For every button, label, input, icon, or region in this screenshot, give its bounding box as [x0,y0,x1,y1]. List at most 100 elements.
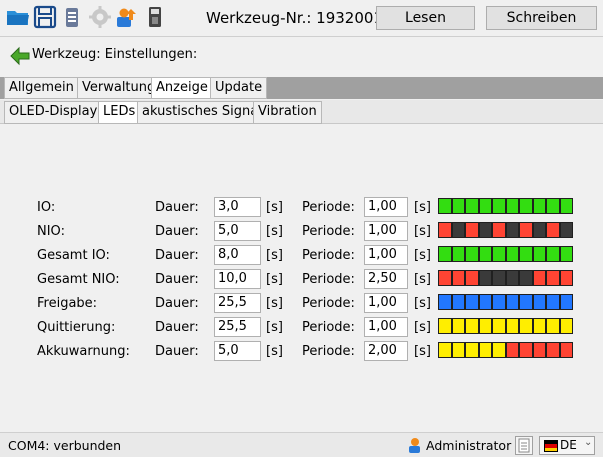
led-segment[interactable] [519,294,533,310]
led-segment[interactable] [451,294,465,310]
period-input[interactable]: 1,00 [364,245,408,265]
led-segment[interactable] [451,318,465,334]
language-select[interactable]: DE ⌄ [539,436,595,455]
tab-allgemein[interactable]: Allgemein [4,77,79,99]
tab-verwaltung[interactable]: Verwaltung [77,77,161,99]
document-icon[interactable] [515,436,533,455]
led-segment[interactable] [492,246,506,262]
led-segment[interactable] [438,342,452,358]
led-segment[interactable] [492,222,506,238]
write-button[interactable]: Schreiben [486,6,597,30]
led-segment[interactable] [465,222,479,238]
led-segment[interactable] [505,270,519,286]
led-segment[interactable] [546,198,560,214]
led-segment[interactable] [465,342,479,358]
led-segment[interactable] [546,342,560,358]
led-segment[interactable] [451,198,465,214]
led-segment[interactable] [438,270,452,286]
period-input[interactable]: 1,00 [364,197,408,217]
duration-input[interactable]: 10,0 [214,269,261,289]
led-segment[interactable] [478,342,492,358]
led-pattern[interactable] [438,198,573,216]
tab-oled-display[interactable]: OLED-Display [4,101,103,124]
led-segment[interactable] [438,294,452,310]
led-pattern[interactable] [438,294,573,312]
led-segment[interactable] [559,294,573,310]
led-segment[interactable] [546,318,560,334]
device-icon[interactable] [143,5,167,29]
led-segment[interactable] [559,198,573,214]
led-segment[interactable] [546,294,560,310]
led-segment[interactable] [465,294,479,310]
period-input[interactable]: 1,00 [364,293,408,313]
led-segment[interactable] [519,342,533,358]
led-segment[interactable] [532,342,546,358]
led-segment[interactable] [559,270,573,286]
led-pattern[interactable] [438,222,573,240]
led-segment[interactable] [465,270,479,286]
duration-input[interactable]: 8,0 [214,245,261,265]
led-segment[interactable] [438,246,452,262]
led-segment[interactable] [559,222,573,238]
led-segment[interactable] [478,294,492,310]
led-segment[interactable] [492,342,506,358]
led-segment[interactable] [532,198,546,214]
led-segment[interactable] [451,270,465,286]
period-input[interactable]: 1,00 [364,221,408,241]
list-icon[interactable] [60,5,84,29]
tab-update[interactable]: Update [210,77,268,99]
duration-input[interactable]: 3,0 [214,197,261,217]
duration-input[interactable]: 5,0 [214,341,261,361]
led-segment[interactable] [532,318,546,334]
led-pattern[interactable] [438,342,573,360]
led-segment[interactable] [492,294,506,310]
tab-leds[interactable]: LEDs [98,101,141,124]
led-segment[interactable] [519,318,533,334]
led-segment[interactable] [505,246,519,262]
led-segment[interactable] [505,294,519,310]
led-segment[interactable] [559,318,573,334]
save-icon[interactable] [33,5,57,29]
led-pattern[interactable] [438,318,573,336]
led-segment[interactable] [451,246,465,262]
led-segment[interactable] [478,198,492,214]
tab-akustisches-signal[interactable]: akustisches Signal [137,101,267,124]
led-segment[interactable] [478,270,492,286]
led-segment[interactable] [465,198,479,214]
led-segment[interactable] [559,246,573,262]
led-segment[interactable] [505,198,519,214]
read-button[interactable]: Lesen [376,6,475,30]
led-segment[interactable] [532,294,546,310]
duration-input[interactable]: 25,5 [214,317,261,337]
led-segment[interactable] [478,318,492,334]
led-segment[interactable] [519,246,533,262]
gear-icon[interactable] [88,5,112,29]
led-segment[interactable] [438,318,452,334]
user-upload-icon[interactable] [114,5,138,29]
led-segment[interactable] [519,222,533,238]
led-segment[interactable] [492,318,506,334]
tab-vibration[interactable]: Vibration [253,101,322,124]
period-input[interactable]: 2,00 [364,341,408,361]
led-segment[interactable] [505,342,519,358]
led-segment[interactable] [465,318,479,334]
led-segment[interactable] [519,270,533,286]
led-segment[interactable] [546,222,560,238]
led-segment[interactable] [519,198,533,214]
led-pattern[interactable] [438,246,573,264]
led-segment[interactable] [532,222,546,238]
led-segment[interactable] [438,222,452,238]
led-segment[interactable] [451,222,465,238]
led-segment[interactable] [532,270,546,286]
led-segment[interactable] [505,222,519,238]
back-arrow-icon[interactable] [10,46,30,69]
folder-open-icon[interactable] [6,5,30,29]
led-segment[interactable] [546,270,560,286]
led-segment[interactable] [465,246,479,262]
duration-input[interactable]: 25,5 [214,293,261,313]
led-segment[interactable] [492,198,506,214]
led-segment[interactable] [559,342,573,358]
duration-input[interactable]: 5,0 [214,221,261,241]
led-segment[interactable] [438,198,452,214]
led-segment[interactable] [478,246,492,262]
